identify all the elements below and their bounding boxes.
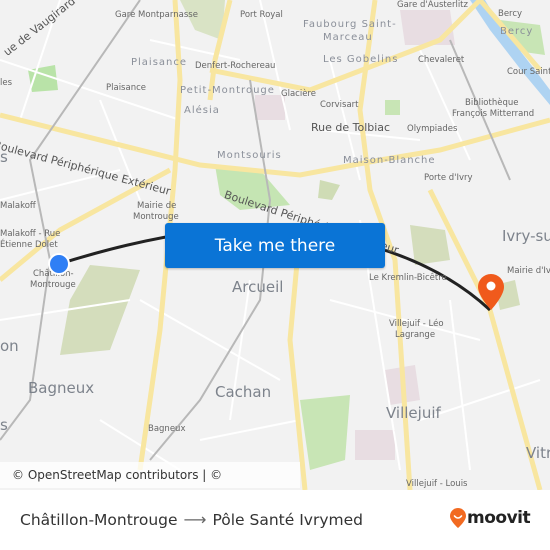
map-label-station: Glacière — [281, 89, 316, 99]
footer-bar: Châtillon-Montrouge ⟶ Pôle Santé Ivrymed… — [0, 490, 550, 550]
map-label-station: Le Kremlin-Bicêtre — [369, 273, 447, 283]
map-label-station: Malakoff - Rue — [0, 229, 61, 239]
map-label-station: Corvisart — [320, 100, 359, 110]
origin-name: Châtillon-Montrouge — [20, 510, 178, 529]
map-label-station: Lagrange — [395, 330, 436, 340]
map-label-district: Petit-Montrouge — [180, 85, 275, 96]
map-label-city: Vitr — [526, 444, 550, 462]
map-label-station: Port Royal — [240, 10, 283, 20]
map-label-station: Malakoff — [0, 201, 36, 211]
map-pin-icon — [478, 274, 504, 310]
map-label-district: Les Gobelins — [323, 54, 399, 65]
building-area — [400, 10, 455, 45]
park-area — [410, 225, 450, 265]
map-label-station: Mairie de — [137, 201, 177, 211]
map-label-district: Marceau — [323, 32, 373, 43]
map-label-station: les — [0, 78, 13, 88]
map-label-district: Bercy — [500, 26, 534, 37]
destination-marker[interactable] — [478, 274, 504, 314]
take-me-there-button[interactable]: Take me there — [165, 223, 385, 268]
map-attribution[interactable]: © OpenStreetMap contributors | © OpenMap… — [0, 462, 300, 488]
map-label-station: Bercy — [498, 9, 523, 19]
map-label-station: Montrouge — [30, 280, 76, 290]
park-area — [180, 0, 225, 40]
destination-name: Pôle Santé Ivrymed — [212, 510, 363, 529]
arrow-right-icon: ⟶ — [183, 510, 207, 529]
map-label-station: Bibliothèque — [465, 98, 519, 108]
map-label-city: Ivry-su — [502, 227, 550, 245]
map-label-city: on — [0, 337, 19, 355]
map-label-city: Villejuif — [386, 404, 441, 422]
map-label-station: Olympiades — [407, 124, 458, 134]
map-label-street: Rue de Tolbiac — [311, 121, 391, 134]
map-label-city: Cachan — [215, 383, 272, 401]
map-label-district: Faubourg Saint- — [303, 19, 397, 30]
map-label-station: Denfert-Rochereau — [195, 61, 276, 71]
brand-name: moovit — [467, 508, 531, 528]
map-label-station: Porte d'Ivry — [424, 173, 473, 183]
park-area — [300, 395, 350, 470]
map-label-station: Bagneux — [148, 424, 186, 434]
map-label-station: Étienne Dolet — [0, 240, 58, 250]
map-label-district: Montsouris — [217, 150, 282, 161]
map-label-district: Alésia — [184, 105, 220, 116]
map-label-district: Maison-Blanche — [343, 155, 436, 166]
moovit-logo[interactable]: moovit — [450, 508, 531, 528]
map-label-station: Gare d'Austerlitz — [397, 0, 468, 10]
map-label-city: s — [0, 416, 8, 434]
map-view[interactable]: ue de Vaugirard Gare Montparnasse Port R… — [0, 0, 550, 490]
map-label-station: Chevaleret — [418, 55, 465, 65]
route-summary: Châtillon-Montrouge ⟶ Pôle Santé Ivrymed — [20, 510, 363, 529]
map-label-station: Mairie d'Iv — [507, 266, 550, 276]
moovit-pin-icon — [450, 508, 466, 528]
map-label-city: s — [0, 148, 8, 166]
map-label-city: Arcueil — [232, 278, 284, 296]
map-label-station: Gare Montparnasse — [115, 10, 198, 20]
park-area — [385, 100, 400, 115]
map-label-station: Cour Saint- — [507, 67, 550, 77]
building-area — [355, 430, 395, 460]
map-label-station: François Mitterrand — [452, 109, 535, 119]
map-label-district: Plaisance — [131, 57, 188, 68]
map-label-station: Montrouge — [133, 212, 179, 222]
map-label-city: Bagneux — [28, 379, 95, 397]
park-area — [318, 180, 340, 200]
map-label-station: Villejuif - Léo — [389, 319, 444, 329]
origin-marker[interactable] — [48, 253, 70, 275]
map-label-station: Plaisance — [106, 83, 146, 93]
map-label-station: Villejuif - Louis — [406, 479, 468, 489]
